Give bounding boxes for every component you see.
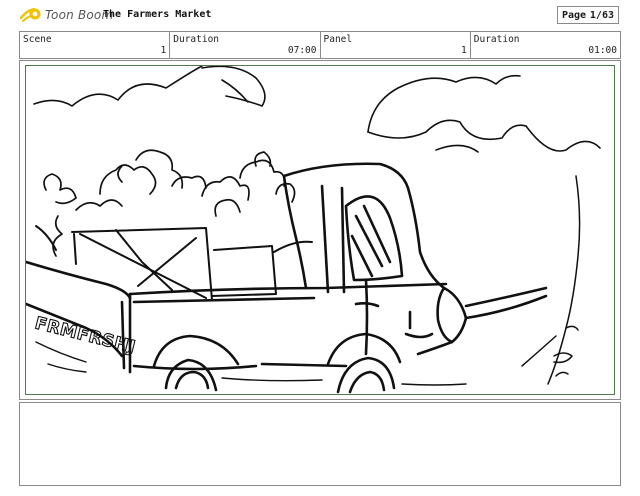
panel-duration-cell: Duration 01:00	[471, 32, 620, 58]
panel-label: Panel	[323, 34, 353, 45]
scene-label: Scene	[23, 34, 52, 45]
front-wheel	[326, 332, 402, 394]
scene-cell: Scene 1	[20, 32, 171, 58]
storyboard-header: Toon Boom The Farmers Market Page 1/63	[0, 0, 640, 30]
toon-boom-logo: Toon Boom	[20, 5, 113, 25]
storyboard-panel: FRMFRSHJ	[19, 60, 621, 400]
produce-pile	[43, 149, 296, 257]
panel-image-area: FRMFRSHJ	[25, 65, 615, 395]
panel-info-row: Scene 1 Duration 07:00 Panel 1 Duration …	[19, 31, 621, 59]
scene-value: 1	[160, 45, 167, 56]
rear-wheel	[152, 334, 240, 392]
scene-duration-value: 07:00	[287, 45, 317, 56]
panel-duration-label: Duration	[473, 34, 520, 45]
page-indicator: Page 1/63	[557, 6, 619, 24]
panel-cell: Panel 1	[321, 32, 471, 58]
project-title: The Farmers Market	[103, 9, 212, 20]
tree-trunk	[521, 175, 581, 385]
toon-boom-logo-icon	[20, 7, 41, 22]
page-label: Page	[562, 9, 587, 21]
panel-value: 1	[461, 45, 467, 56]
page-value: 1/63	[589, 9, 614, 21]
tree-canopy	[33, 66, 601, 153]
truck-sketch: FRMFRSHJ	[26, 66, 601, 394]
scene-duration-cell: Duration 07:00	[170, 32, 321, 58]
panel-duration-value: 01:00	[588, 45, 617, 56]
panel-notes-area[interactable]	[19, 402, 621, 486]
scene-duration-label: Duration	[173, 34, 220, 45]
